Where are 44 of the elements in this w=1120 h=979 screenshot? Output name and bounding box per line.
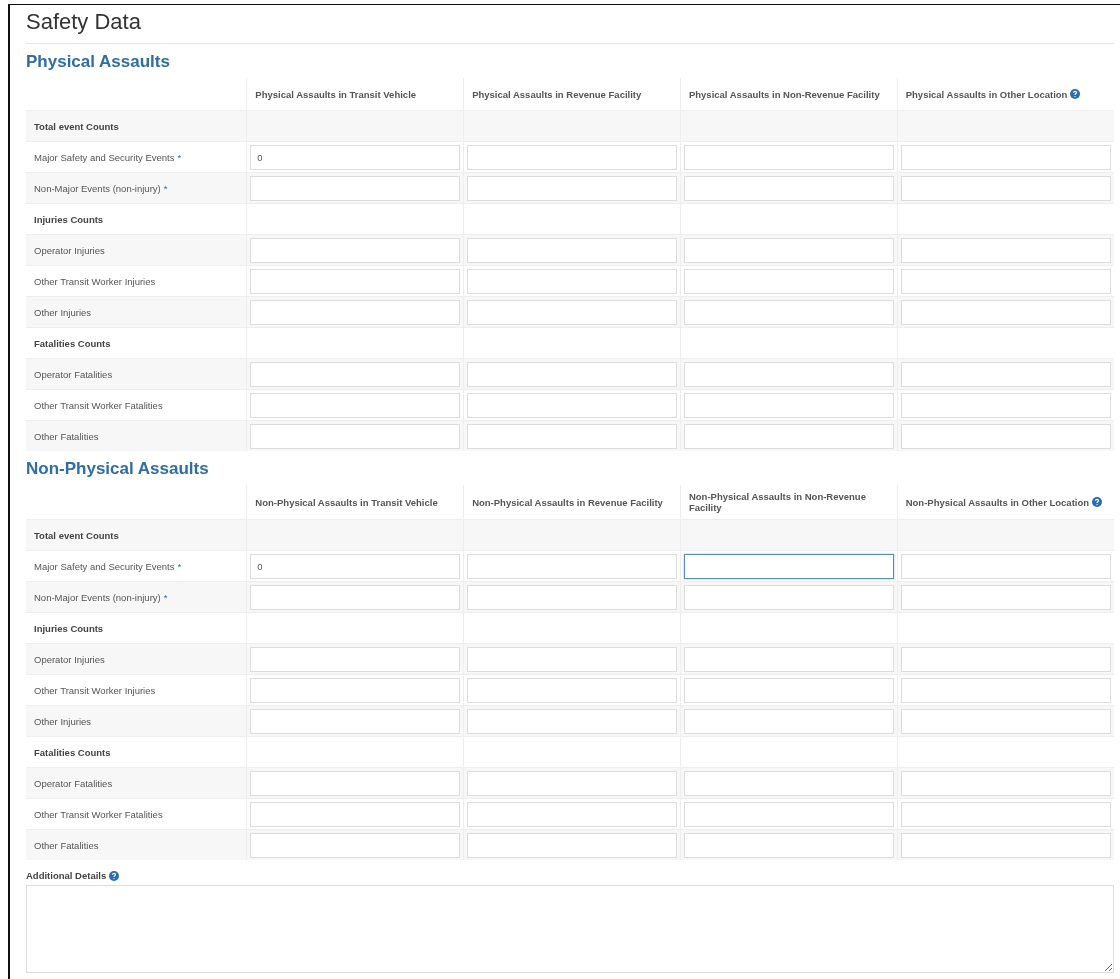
column-header-text: Non-Physical Assaults in Non-Revenue Facility xyxy=(688,491,866,513)
row-label: Operator Fatalities xyxy=(34,368,113,380)
row-label: Other Injuries xyxy=(34,715,92,727)
field-label: Additional Details xyxy=(26,870,107,881)
row-label: Major Safety and Security Events xyxy=(34,151,175,163)
section-heading: Non-Physical Assaults xyxy=(26,458,210,480)
row-label: Other Fatalities xyxy=(34,839,99,851)
row-label: Major Safety and Security Events xyxy=(34,560,175,572)
row-label: Non-Major Events (non-injury) xyxy=(34,182,161,194)
group-label: Total event Counts xyxy=(34,120,119,132)
number-field[interactable]: 0 xyxy=(250,553,461,579)
column-header-text: Physical Assaults in Transit Vehicle xyxy=(255,88,417,100)
row-label: Operator Fatalities xyxy=(34,777,113,789)
column-header-text: Non-Physical Assaults in Transit Vehicle xyxy=(255,496,438,508)
row-label: Other Transit Worker Injuries xyxy=(34,275,156,287)
column-header-text: Non-Physical Assaults in Other Location xyxy=(905,496,1090,508)
column-header-text: Physical Assaults in Other Location xyxy=(905,88,1068,100)
required-mark: * xyxy=(163,591,168,603)
row-label: Other Injuries xyxy=(34,306,92,318)
group-label: Injuries Counts xyxy=(34,213,104,225)
page-title: Safety Data xyxy=(26,5,1114,44)
number-field[interactable] xyxy=(683,553,894,579)
row-label: Other Transit Worker Fatalities xyxy=(34,399,163,411)
required-mark: * xyxy=(163,182,168,194)
group-label: Injuries Counts xyxy=(34,622,104,634)
row-label: Non-Major Events (non-injury) xyxy=(34,591,161,603)
required-mark: * xyxy=(177,560,182,572)
column-header-text: Physical Assaults in Revenue Facility xyxy=(472,88,642,100)
row-label: Operator Injuries xyxy=(34,653,105,665)
row-label: Operator Injuries xyxy=(34,244,105,256)
help-icon[interactable] xyxy=(1070,88,1081,99)
group-label: Fatalities Counts xyxy=(34,746,111,758)
required-mark: * xyxy=(177,151,182,163)
group-label: Fatalities Counts xyxy=(34,337,111,349)
column-header-text: Non-Physical Assaults in Revenue Facility xyxy=(472,496,663,508)
help-icon[interactable] xyxy=(109,870,120,881)
number-field[interactable]: 0 xyxy=(250,144,461,170)
section-heading: Physical Assaults xyxy=(26,51,171,73)
row-label: Other Transit Worker Injuries xyxy=(34,684,156,696)
row-label: Other Transit Worker Fatalities xyxy=(34,808,163,820)
row-label: Other Fatalities xyxy=(34,430,99,442)
help-icon[interactable] xyxy=(1092,496,1103,507)
group-label: Total event Counts xyxy=(34,529,119,541)
column-header-text: Physical Assaults in Non-Revenue Facility xyxy=(688,88,880,100)
